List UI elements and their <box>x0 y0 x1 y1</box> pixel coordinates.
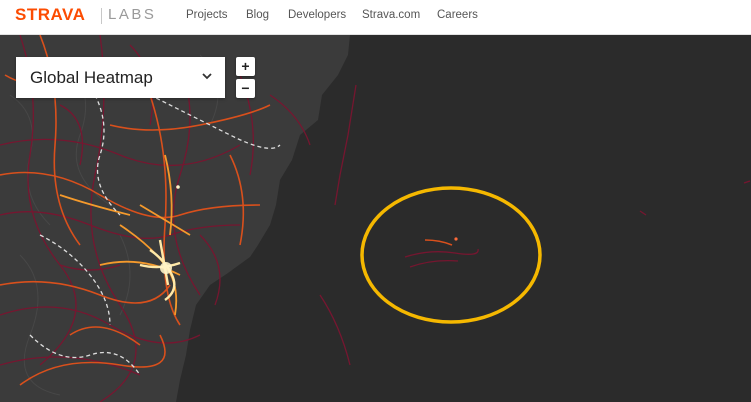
logo-divider <box>101 8 102 24</box>
nav-link-developers[interactable]: Developers <box>288 9 346 21</box>
strava-logo[interactable]: STRAVA <box>15 5 85 25</box>
city-hotspot <box>160 262 172 274</box>
labs-logo[interactable]: LABS <box>108 6 156 23</box>
zoom-in-button[interactable]: + <box>236 57 255 76</box>
nav-link-careers[interactable]: Careers <box>437 9 478 21</box>
chevron-down-icon <box>202 73 212 80</box>
town-hotspot <box>176 185 180 189</box>
offshore-activity-point <box>454 237 458 241</box>
nav-link-strava-com[interactable]: Strava.com <box>362 9 420 21</box>
nav-link-projects[interactable]: Projects <box>186 9 228 21</box>
nav-link-blog[interactable]: Blog <box>246 9 269 21</box>
zoom-out-button[interactable]: − <box>236 79 255 98</box>
selected-layer-label: Global Heatmap <box>30 68 153 87</box>
top-navigation-bar: STRAVA LABS Projects Blog Developers Str… <box>0 0 751 35</box>
heatmap-layer-select[interactable]: Global Heatmap <box>16 57 225 98</box>
